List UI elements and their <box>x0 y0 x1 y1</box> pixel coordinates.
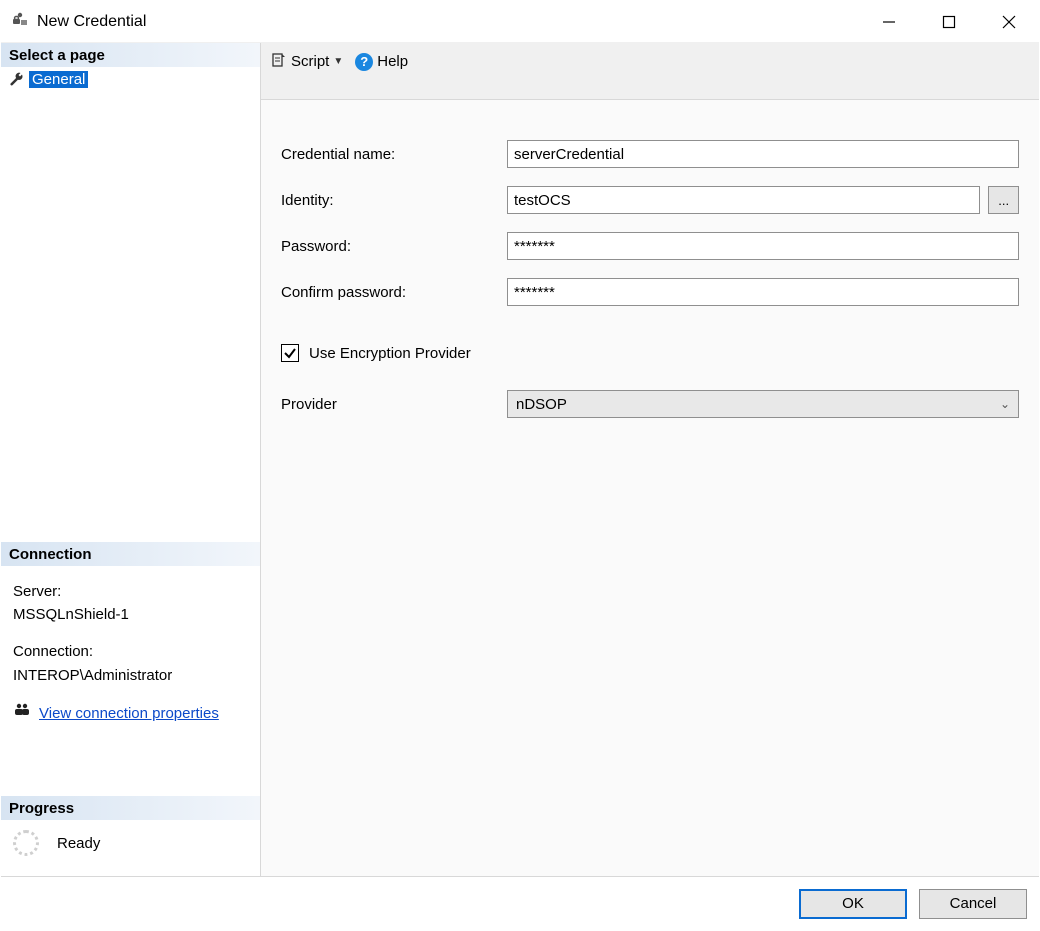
chevron-down-icon: ▼ <box>333 56 343 67</box>
body: Select a page General Connection Server:… <box>1 43 1039 876</box>
provider-label: Provider <box>281 396 501 413</box>
ok-button[interactable]: OK <box>799 889 907 919</box>
page-list: General <box>1 67 260 92</box>
close-button[interactable] <box>979 1 1039 43</box>
chevron-down-icon: ⌄ <box>1000 397 1010 411</box>
select-page-header: Select a page <box>1 43 260 67</box>
progress-header: Progress <box>1 796 260 820</box>
help-icon: ? <box>355 53 373 71</box>
wrench-icon <box>9 72 25 88</box>
use-encryption-checkbox-row[interactable]: Use Encryption Provider <box>281 344 1019 362</box>
credential-name-label: Credential name: <box>281 146 501 163</box>
connection-body: Server: MSSQLnShield-1 Connection: INTER… <box>1 566 260 736</box>
connection-label: Connection: <box>13 640 248 663</box>
password-label: Password: <box>281 238 501 255</box>
page-item-general[interactable]: General <box>9 71 252 88</box>
provider-combobox[interactable]: nDSOP ⌄ <box>507 390 1019 418</box>
progress-status: Ready <box>57 835 100 852</box>
form-area: Credential name: Identity: ... Password:… <box>261 99 1039 876</box>
password-input[interactable] <box>507 232 1019 260</box>
page-item-label: General <box>29 71 88 88</box>
view-connection-properties-link[interactable]: View connection properties <box>39 702 219 725</box>
help-button[interactable]: ? Help <box>355 53 408 71</box>
toolbar: Script ▼ ? Help <box>261 43 1039 81</box>
script-icon <box>271 52 287 72</box>
connection-header: Connection <box>1 542 260 566</box>
provider-value: nDSOP <box>516 396 567 413</box>
confirm-password-input[interactable] <box>507 278 1019 306</box>
identity-label: Identity: <box>281 192 501 209</box>
confirm-password-label: Confirm password: <box>281 284 501 301</box>
titlebar: New Credential <box>1 1 1039 43</box>
server-label: Server: <box>13 580 248 603</box>
help-label: Help <box>377 53 408 70</box>
window-title: New Credential <box>37 13 146 31</box>
identity-input[interactable] <box>507 186 980 214</box>
progress-spinner-icon <box>13 830 39 856</box>
script-label: Script <box>291 53 329 70</box>
script-button[interactable]: Script ▼ <box>271 52 343 72</box>
use-encryption-label: Use Encryption Provider <box>309 345 471 362</box>
minimize-button[interactable] <box>859 1 919 43</box>
cancel-button[interactable]: Cancel <box>919 889 1027 919</box>
maximize-button[interactable] <box>919 1 979 43</box>
footer: OK Cancel <box>1 876 1039 930</box>
window: New Credential Select a page <box>0 0 1040 931</box>
credential-name-input[interactable] <box>507 140 1019 168</box>
checkbox-icon <box>281 344 299 362</box>
sidebar: Select a page General Connection Server:… <box>1 43 261 876</box>
identity-browse-button[interactable]: ... <box>988 186 1019 214</box>
people-icon <box>13 701 31 726</box>
server-value: MSSQLnShield-1 <box>13 603 248 626</box>
main-panel: Script ▼ ? Help Credential name: Identit… <box>261 43 1039 876</box>
app-icon <box>11 11 29 33</box>
progress-body: Ready <box>1 820 260 876</box>
connection-value: INTEROP\Administrator <box>13 664 248 687</box>
